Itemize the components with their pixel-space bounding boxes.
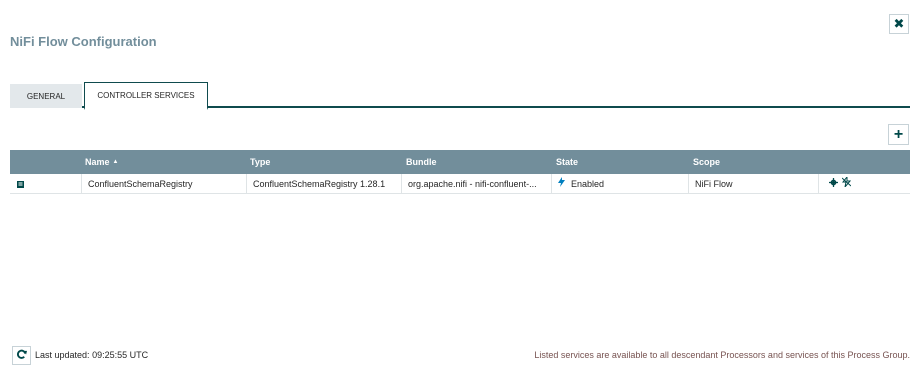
- header-state[interactable]: State: [552, 150, 689, 174]
- disable-icon[interactable]: [841, 175, 852, 190]
- gear-icon[interactable]: [829, 177, 838, 190]
- cell-state: Enabled: [552, 174, 689, 193]
- header-bundle[interactable]: Bundle: [402, 150, 552, 174]
- table-row[interactable]: ConfluentSchemaRegistry ConfluentSchemaR…: [10, 174, 910, 194]
- sort-ascending-icon: ▲: [112, 159, 119, 165]
- cell-scope: NiFi Flow: [689, 174, 819, 193]
- header-name[interactable]: Name ▲: [82, 150, 247, 174]
- plus-icon: +: [893, 125, 904, 143]
- state-label: Enabled: [571, 178, 605, 189]
- header-type[interactable]: Type: [247, 150, 402, 174]
- header-actions: [819, 150, 910, 174]
- cell-actions: [819, 174, 910, 193]
- refresh-icon: [16, 349, 27, 363]
- header-details: [10, 150, 82, 174]
- footer-note: Listed services are available to all des…: [534, 350, 910, 360]
- last-updated-label: Last updated:: [35, 350, 90, 360]
- tab-controller-services[interactable]: CONTROLLER SERVICES: [84, 82, 208, 110]
- book-icon[interactable]: [16, 180, 24, 188]
- last-updated: Last updated: 09:25:55 UTC: [35, 350, 148, 360]
- table-header: Name ▲ Type Bundle State Scope: [10, 150, 910, 174]
- header-scope-label: Scope: [693, 157, 721, 167]
- tab-controller-services-label: CONTROLLER SERVICES: [97, 91, 195, 100]
- header-scope[interactable]: Scope: [689, 150, 819, 174]
- bolt-icon: [558, 177, 565, 190]
- cell-type: ConfluentSchemaRegistry 1.28.1: [247, 174, 402, 193]
- tab-general[interactable]: GENERAL: [10, 84, 82, 108]
- header-type-label: Type: [250, 157, 271, 167]
- dialog-title: NiFi Flow Configuration: [10, 34, 157, 49]
- details-cell: [10, 174, 82, 193]
- refresh-button[interactable]: [12, 346, 31, 365]
- cell-name: ConfluentSchemaRegistry: [82, 174, 247, 193]
- tab-bar: GENERAL CONTROLLER SERVICES: [10, 82, 910, 110]
- header-state-label: State: [556, 157, 579, 167]
- controller-services-table: Name ▲ Type Bundle State Scope Confluent…: [10, 150, 910, 194]
- last-updated-time: 09:25:55 UTC: [92, 350, 149, 360]
- tab-general-label: GENERAL: [26, 91, 66, 101]
- close-icon: ✖: [893, 16, 905, 31]
- close-button[interactable]: ✖: [889, 14, 909, 34]
- cell-bundle: org.apache.nifi - nifi-confluent-...: [402, 174, 552, 193]
- header-bundle-label: Bundle: [406, 157, 437, 167]
- add-controller-service-button[interactable]: +: [888, 124, 909, 145]
- header-name-label: Name: [85, 157, 110, 167]
